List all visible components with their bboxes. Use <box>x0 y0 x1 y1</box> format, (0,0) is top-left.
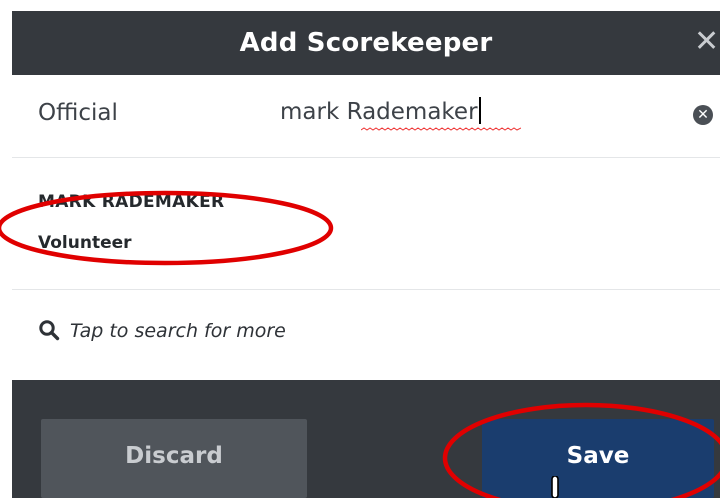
left-edge-margin <box>0 0 12 498</box>
search-icon <box>39 320 60 341</box>
official-search-input[interactable]: mark Rademaker <box>280 97 680 133</box>
spellcheck-underline <box>361 127 521 131</box>
result-role: Volunteer <box>38 233 132 253</box>
close-icon[interactable]: ✕ <box>694 25 719 59</box>
dialog-header: Add Scorekeeper ✕ <box>12 11 720 75</box>
search-more-text: Tap to search for more <box>70 320 286 342</box>
hand-cursor-icon <box>551 476 559 498</box>
search-more-row[interactable]: Tap to search for more <box>12 290 720 379</box>
discard-button[interactable]: Discard <box>41 419 307 498</box>
clear-input-icon[interactable]: ✕ <box>693 105 713 125</box>
screenshot-frame: Add Scorekeeper ✕ Official mark Rademake… <box>0 0 720 498</box>
official-label: Official <box>38 100 118 126</box>
result-name: MARK RADEMAKER <box>38 192 225 212</box>
search-result-item[interactable]: MARK RADEMAKER Volunteer <box>12 158 720 290</box>
dialog-title: Add Scorekeeper <box>239 28 493 58</box>
text-caret <box>478 97 481 124</box>
official-field-row: Official mark Rademaker ✕ <box>12 75 720 158</box>
save-button[interactable]: Save <box>482 419 714 498</box>
dialog-footer: Discard Save <box>12 380 720 498</box>
official-input-value: mark Rademaker <box>280 99 521 131</box>
